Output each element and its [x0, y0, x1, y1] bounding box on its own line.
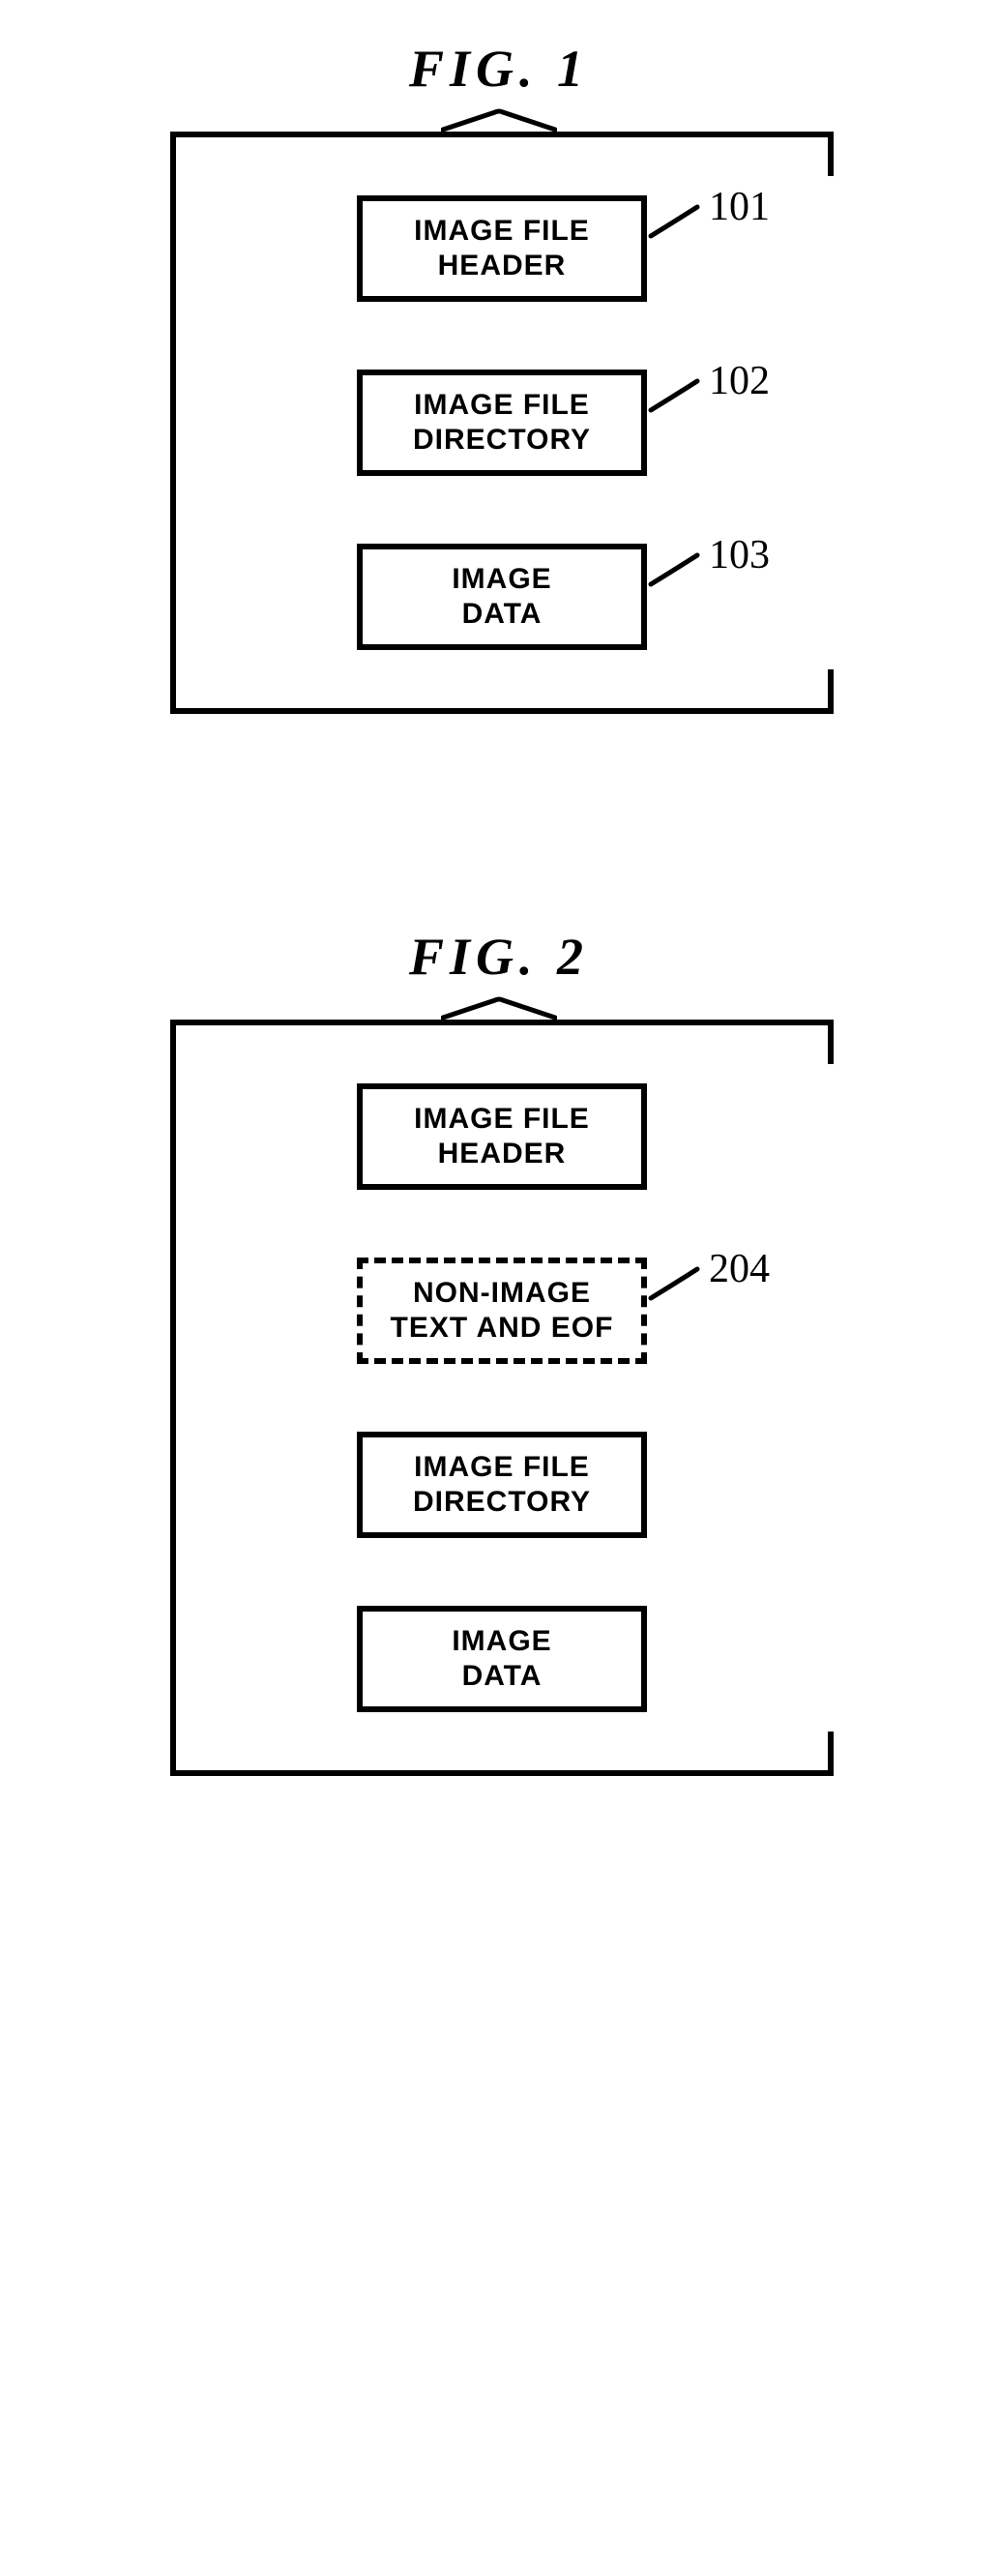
figure-1-brace: [170, 108, 828, 132]
fig1-ref-1: 102: [709, 358, 770, 404]
fig2-box-data-label: IMAGEDATA: [452, 1624, 551, 1694]
figure-1-frame: IMAGE FILEHEADER 101 IMAGE FILEDIRECTORY: [170, 132, 828, 714]
fig2-row-2: IMAGE FILEDIRECTORY: [215, 1432, 789, 1538]
fig1-leader-2: 103: [647, 549, 770, 588]
fig1-box-header: IMAGE FILEHEADER: [357, 195, 647, 302]
fig2-box-nonimage: NON-IMAGETEXT AND EOF: [357, 1258, 647, 1364]
fig1-leader-1: 102: [647, 375, 770, 414]
fig1-row-0: IMAGE FILEHEADER 101: [215, 195, 789, 302]
figure-1-title: FIG. 1: [170, 39, 828, 99]
figure-2-brace: [170, 996, 828, 1020]
fig1-row-1: IMAGE FILEDIRECTORY 102: [215, 370, 789, 476]
fig1-ref-0: 101: [709, 184, 770, 230]
fig1-leader-0: 101: [647, 201, 770, 240]
fig2-leader-1: 204: [647, 1263, 770, 1302]
fig2-box-nonimage-label: NON-IMAGETEXT AND EOF: [391, 1276, 614, 1346]
fig2-row-0: IMAGE FILEHEADER: [215, 1083, 789, 1190]
fig2-row-1: NON-IMAGETEXT AND EOF 204: [215, 1258, 789, 1364]
fig2-ref-1: 204: [709, 1246, 770, 1292]
figure-1: FIG. 1 IMAGE FILEHEADER 101 I: [170, 39, 828, 714]
fig2-box-directory: IMAGE FILEDIRECTORY: [357, 1432, 647, 1538]
fig2-box-data: IMAGEDATA: [357, 1606, 647, 1712]
fig2-box-directory-label: IMAGE FILEDIRECTORY: [413, 1450, 591, 1520]
fig2-row-3: IMAGEDATA: [215, 1606, 789, 1712]
fig1-box-data: IMAGEDATA: [357, 544, 647, 650]
fig2-box-header-label: IMAGE FILEHEADER: [414, 1102, 590, 1171]
figure-2-title: FIG. 2: [170, 927, 828, 987]
fig1-box-directory-label: IMAGE FILEDIRECTORY: [413, 388, 591, 458]
fig2-box-header: IMAGE FILEHEADER: [357, 1083, 647, 1190]
fig1-box-directory: IMAGE FILEDIRECTORY: [357, 370, 647, 476]
figure-2: FIG. 2 IMAGE FILEHEADER NON-IMAGETEXT AN…: [170, 927, 828, 1776]
fig1-box-header-label: IMAGE FILEHEADER: [414, 214, 590, 283]
fig1-ref-2: 103: [709, 532, 770, 578]
fig1-row-2: IMAGEDATA 103: [215, 544, 789, 650]
fig1-box-data-label: IMAGEDATA: [452, 562, 551, 632]
figure-2-frame: IMAGE FILEHEADER NON-IMAGETEXT AND EOF 2…: [170, 1020, 828, 1776]
